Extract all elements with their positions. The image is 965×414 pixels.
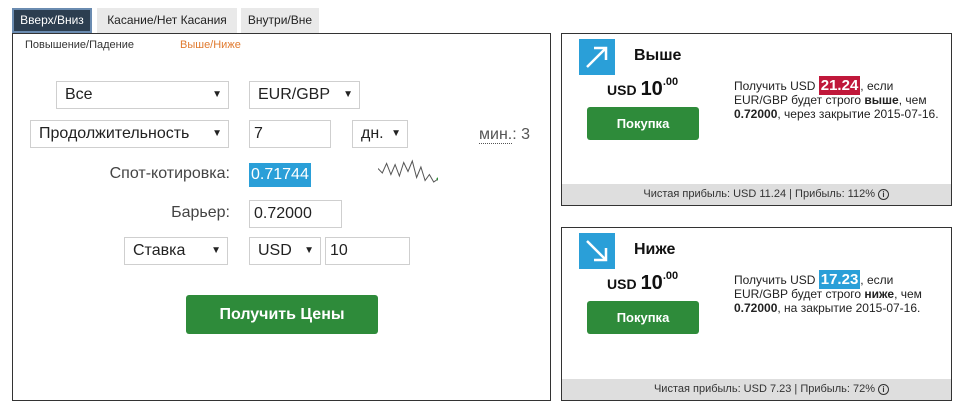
duration-unit-value: дн. (361, 125, 384, 142)
amount-input[interactable]: 10 (325, 237, 410, 265)
card-description: Получить USD 17.23, если EUR/GBP будет с… (734, 270, 946, 315)
tab-in-out[interactable]: Внутри/Вне (241, 8, 319, 33)
desc-direction: ниже (864, 287, 895, 301)
buy-lower-button[interactable]: Покупка (587, 301, 699, 334)
desc-barrier: 0.72000 (734, 301, 778, 315)
symbol-select[interactable]: EUR/GBP ▼ (249, 81, 360, 109)
arrow-up-right-icon (579, 39, 615, 75)
market-select[interactable]: Все ▼ (56, 81, 229, 109)
duration-input-value: 7 (254, 125, 263, 142)
footer-text: Чистая прибыль: USD 11.24 | Прибыль: 112… (643, 188, 875, 200)
desc-post: , через закрытие 2015-07-16. (777, 107, 939, 121)
spot-label: Спот-котировка: (109, 165, 230, 182)
dropdown-arrow-icon: ▼ (212, 128, 222, 139)
dropdown-arrow-icon: ▼ (212, 89, 222, 100)
currency-select-value: USD (258, 242, 292, 259)
price-integer: 10 (640, 78, 663, 100)
dropdown-arrow-icon: ▼ (343, 89, 353, 100)
dropdown-arrow-icon: ▼ (304, 245, 314, 256)
min-duration-value: : 3 (512, 126, 531, 143)
dropdown-arrow-icon: ▼ (391, 128, 401, 139)
desc-barrier: 0.72000 (734, 107, 778, 121)
price-currency: USD (607, 82, 637, 98)
card-footer: Чистая прибыль: USD 7.23 | Прибыль: 72% i (562, 379, 951, 400)
info-icon[interactable]: i (878, 188, 889, 200)
subtab-rise-fall[interactable]: Повышение/Падение (25, 39, 134, 51)
min-duration-label: мин.: 3 (479, 126, 530, 144)
tab-touch-no-touch[interactable]: Касание/Нет Касания (97, 8, 237, 33)
sparkline-line (378, 159, 438, 183)
desc-post: , на закрытие 2015-07-16. (777, 301, 921, 315)
spot-value: 0.71744 (249, 163, 311, 187)
card-footer: Чистая прибыль: USD 11.24 | Прибыль: 112… (562, 184, 951, 205)
arrow-down-right-icon (579, 233, 615, 269)
barrier-input-value: 0.72000 (254, 205, 312, 222)
card-price: USD 10.00 (607, 76, 679, 101)
desc-pre: Получить USD (734, 79, 819, 93)
card-title: Выше (634, 47, 682, 64)
barrier-input[interactable]: 0.72000 (249, 200, 342, 228)
contract-card-lower: Ниже USD 10.00 Покупка Получить USD 17.23… (561, 227, 952, 401)
card-price: USD 10.00 (607, 270, 679, 295)
price-currency: USD (607, 276, 637, 292)
spot-sparkline (378, 159, 438, 183)
basis-select[interactable]: Ставка ▼ (124, 237, 228, 265)
card-title: Ниже (634, 241, 676, 258)
basis-select-value: Ставка (133, 242, 186, 259)
card-description: Получить USD 21.24, если EUR/GBP будет с… (734, 76, 946, 121)
buy-higher-button[interactable]: Покупка (587, 107, 699, 140)
desc-mid2: , чем (894, 287, 922, 301)
desc-mid2: , чем (898, 93, 927, 107)
duration-select-value: Продолжительность (39, 125, 190, 142)
trade-form-panel: Повышение/Падение Выше/Ниже Все ▼ EUR/GB… (12, 33, 551, 401)
get-prices-button[interactable]: Получить Цены (186, 295, 378, 334)
info-icon[interactable]: i (878, 383, 889, 395)
footer-text: Чистая прибыль: USD 7.23 | Прибыль: 72% (653, 383, 875, 395)
duration-input[interactable]: 7 (249, 120, 331, 148)
barrier-label: Барьер: (171, 204, 230, 221)
symbol-select-value: EUR/GBP (258, 86, 331, 103)
dropdown-arrow-icon: ▼ (211, 245, 221, 256)
tab-up-down[interactable]: Вверх/Вниз (12, 8, 92, 33)
subtab-higher-lower[interactable]: Выше/Ниже (180, 39, 241, 51)
price-decimal: .00 (662, 270, 679, 282)
desc-direction: выше (864, 93, 899, 107)
desc-pre: Получить USD (734, 273, 819, 287)
duration-unit-select[interactable]: дн. ▼ (352, 120, 408, 148)
price-decimal: .00 (662, 76, 679, 88)
duration-select[interactable]: Продолжительность ▼ (30, 120, 229, 148)
currency-select[interactable]: USD ▼ (249, 237, 321, 265)
contract-card-higher: Выше USD 10.00 Покупка Получить USD 21.24… (561, 33, 952, 206)
min-duration-prefix: мин. (479, 126, 513, 144)
amount-input-value: 10 (330, 242, 348, 259)
price-integer: 10 (640, 272, 663, 294)
market-select-value: Все (65, 86, 93, 103)
